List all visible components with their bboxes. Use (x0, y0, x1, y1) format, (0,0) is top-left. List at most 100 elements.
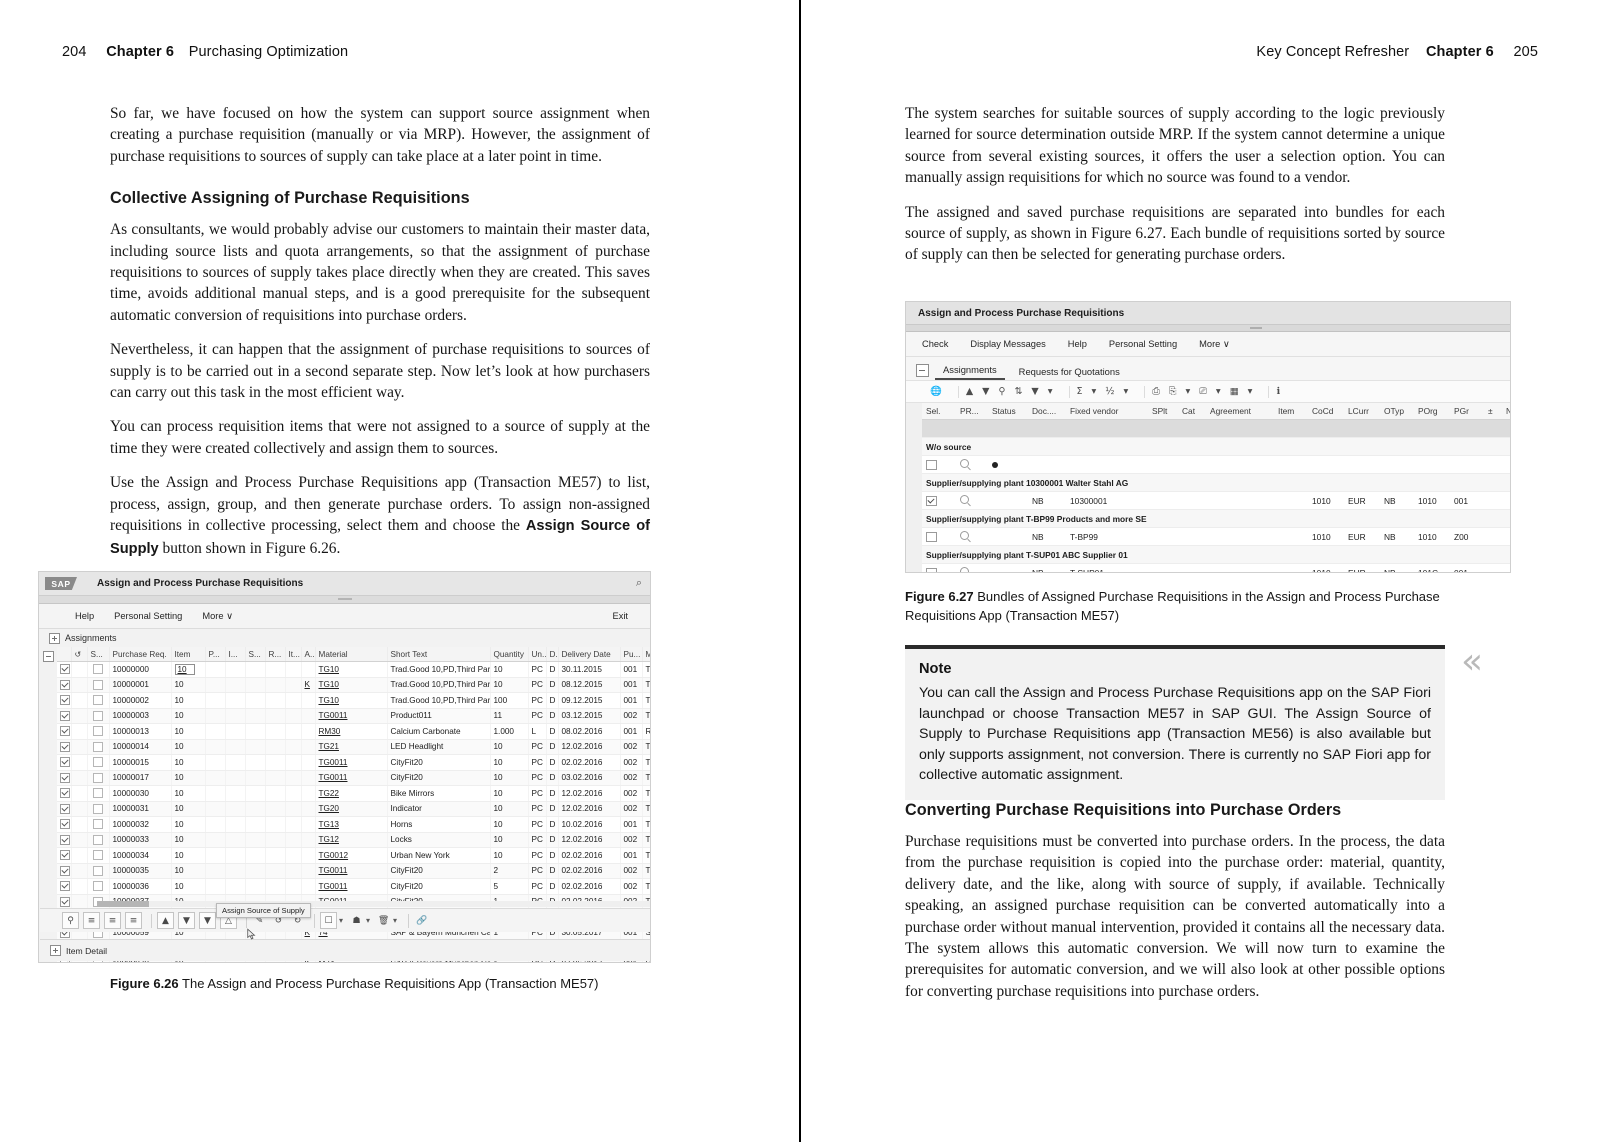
action-check[interactable]: Check (922, 339, 948, 349)
action-more[interactable]: More ∨ (202, 611, 233, 622)
action-more[interactable]: More ∨ (1199, 339, 1230, 350)
status-checkbox[interactable] (87, 801, 110, 817)
status-checkbox[interactable] (87, 832, 110, 848)
layout-compact-icon[interactable]: ≡ (125, 912, 142, 929)
sort-ascending-icon[interactable]: ▲ (966, 386, 973, 397)
item-cell[interactable]: 10 (171, 785, 206, 802)
col-d[interactable]: D... (546, 647, 559, 662)
print-icon[interactable]: ⎙ (1152, 386, 1160, 397)
table-row[interactable]: NB103000011010EURNB10100012 (922, 491, 1510, 510)
sort-icon[interactable]: ⇅ (1014, 386, 1022, 397)
col-a[interactable]: A... (301, 647, 316, 662)
material-cell[interactable]: TG0012 (315, 847, 388, 864)
table-row[interactable]: 10000015 10 TG0011 CityFit20 10 PC D 02.02.2016… (57, 754, 650, 771)
col-pr[interactable]: PR... (956, 403, 988, 420)
chevron-down-icon[interactable]: ▾ (1124, 386, 1129, 397)
row-select-checkbox[interactable] (57, 863, 72, 879)
item-cell[interactable]: 10 (171, 770, 206, 786)
sort-ascending-icon[interactable]: ▲ (157, 912, 174, 929)
copy-icon[interactable]: ⎚ (1199, 386, 1207, 397)
col-material-group[interactable]: Material Gr (642, 647, 650, 662)
material-cell[interactable]: TG0011 (315, 878, 388, 895)
col-splt[interactable]: SPlt (1148, 403, 1178, 420)
col-p[interactable]: P... (205, 647, 226, 662)
filter-settings-icon[interactable]: ▼ (982, 386, 989, 397)
sum-icon[interactable]: Σ (1077, 386, 1083, 397)
collapse-panel-icon[interactable] (43, 651, 54, 662)
status-checkbox[interactable] (87, 739, 110, 755)
status-checkbox[interactable] (87, 708, 110, 724)
generate-po-icon[interactable]: ☗ (349, 913, 364, 928)
chevron-down-icon[interactable]: ▾ (366, 916, 370, 925)
search-icon[interactable]: ⚲ (998, 386, 1005, 397)
detail-search-icon[interactable] (956, 455, 988, 474)
sort-descending-icon[interactable]: ▼ (178, 912, 195, 929)
status-checkbox[interactable] (87, 785, 110, 802)
globe-icon[interactable]: 🌐 (930, 386, 942, 397)
row-select-checkbox[interactable] (57, 785, 72, 802)
chevron-down-icon[interactable]: ▾ (1248, 386, 1253, 397)
delete-icon[interactable]: 🗑 (376, 913, 391, 928)
col-s2[interactable]: S... (245, 647, 266, 662)
assign-source-of-supply-icon[interactable]: ☐ (320, 912, 337, 929)
col-pgr[interactable]: PGr (1450, 403, 1484, 420)
col-fixed-vendor[interactable]: Fixed vendor (1066, 403, 1148, 420)
action-help[interactable]: Help (75, 611, 94, 621)
col-sel[interactable]: Sel. (922, 403, 956, 420)
row-select-checkbox[interactable] (57, 832, 72, 848)
action-personal-setting[interactable]: Personal Setting (114, 611, 182, 621)
row-select-checkbox[interactable] (57, 878, 72, 895)
col-doc[interactable]: Doc.... (1028, 403, 1066, 420)
col-material[interactable]: Material (315, 647, 388, 662)
item-cell[interactable]: 10 (171, 816, 206, 833)
table-row[interactable]: 10000030 10 TG22 Bike Mirrors 10 PC D 12.02.201… (57, 785, 650, 802)
row-select-checkbox[interactable] (922, 455, 956, 474)
col-item[interactable]: Item (171, 647, 206, 662)
table-row[interactable]: NBT-BP991010EURNB1010Z002 (922, 527, 1510, 546)
action-personal-setting[interactable]: Personal Setting (1109, 339, 1177, 349)
material-cell[interactable]: TG21 (315, 739, 388, 755)
expand-icon[interactable] (50, 945, 61, 956)
tab-assignments[interactable]: Assignments (65, 633, 117, 643)
status-checkbox[interactable] (87, 661, 110, 678)
info-icon[interactable]: ℹ (1276, 386, 1280, 397)
expand-icon[interactable] (49, 632, 60, 644)
tab-requests-for-quotations[interactable]: Requests for Quotations (1011, 366, 1128, 380)
detail-search-icon[interactable] (956, 491, 988, 510)
table-row[interactable]: 10000001 10 K TG10 Trad.Good 10,PD,Third Par… (57, 677, 650, 693)
row-select-checkbox[interactable] (922, 563, 956, 572)
grid-icon[interactable]: ▦ (1230, 386, 1239, 397)
item-cell[interactable]: 10 (171, 723, 206, 740)
status-checkbox[interactable] (87, 754, 110, 771)
col-item[interactable]: Item (1274, 403, 1308, 420)
item-cell[interactable]: 10 (171, 847, 206, 864)
table-row[interactable]: 10000002 10 TG10 Trad.Good 10,PD,Third Part… (57, 692, 650, 709)
col-quantity[interactable]: Quantity (490, 647, 529, 662)
status-checkbox[interactable] (87, 878, 110, 895)
material-cell[interactable]: TG22 (315, 785, 388, 802)
col-plusminus[interactable]: ± (1484, 403, 1502, 420)
material-cell[interactable]: TG0011 (315, 863, 388, 879)
detail-search-icon[interactable] (956, 563, 988, 572)
search-icon[interactable]: ⚲ (62, 912, 79, 929)
col-cocd[interactable]: CoCd (1308, 403, 1344, 420)
table-row[interactable]: 10000034 10 TG0012 Urban New York 10 PC D 02.02… (57, 847, 650, 864)
row-select-checkbox[interactable] (57, 723, 72, 740)
attachment-icon[interactable]: 🔗 (414, 913, 429, 928)
material-cell[interactable]: TG20 (315, 801, 388, 817)
exit-button[interactable]: Exit (613, 611, 629, 621)
row-select-checkbox[interactable] (57, 847, 72, 864)
item-cell[interactable]: 10 (171, 677, 206, 693)
horizontal-scrollbar[interactable] (97, 901, 650, 907)
table-row[interactable]: 10000036 10 TG0011 CityFit20 5 PC D 02.02.2016 0… (57, 878, 650, 895)
filter-icon[interactable]: ▼ (1031, 386, 1038, 397)
material-cell[interactable]: RM30 (315, 723, 388, 740)
row-select-checkbox[interactable] (57, 754, 72, 771)
table-row[interactable]: 87 (922, 455, 1510, 474)
item-cell[interactable]: 10 (171, 692, 206, 709)
filter-icon[interactable]: ▼ (199, 912, 216, 929)
table-row[interactable]: 10000014 10 TG21 LED Headlight 10 PC D 12.02.20… (57, 739, 650, 755)
col-delivery-date[interactable]: Delivery Date (558, 647, 621, 662)
col-pu[interactable]: Pu... (620, 647, 643, 662)
col-r[interactable]: R... (265, 647, 286, 662)
